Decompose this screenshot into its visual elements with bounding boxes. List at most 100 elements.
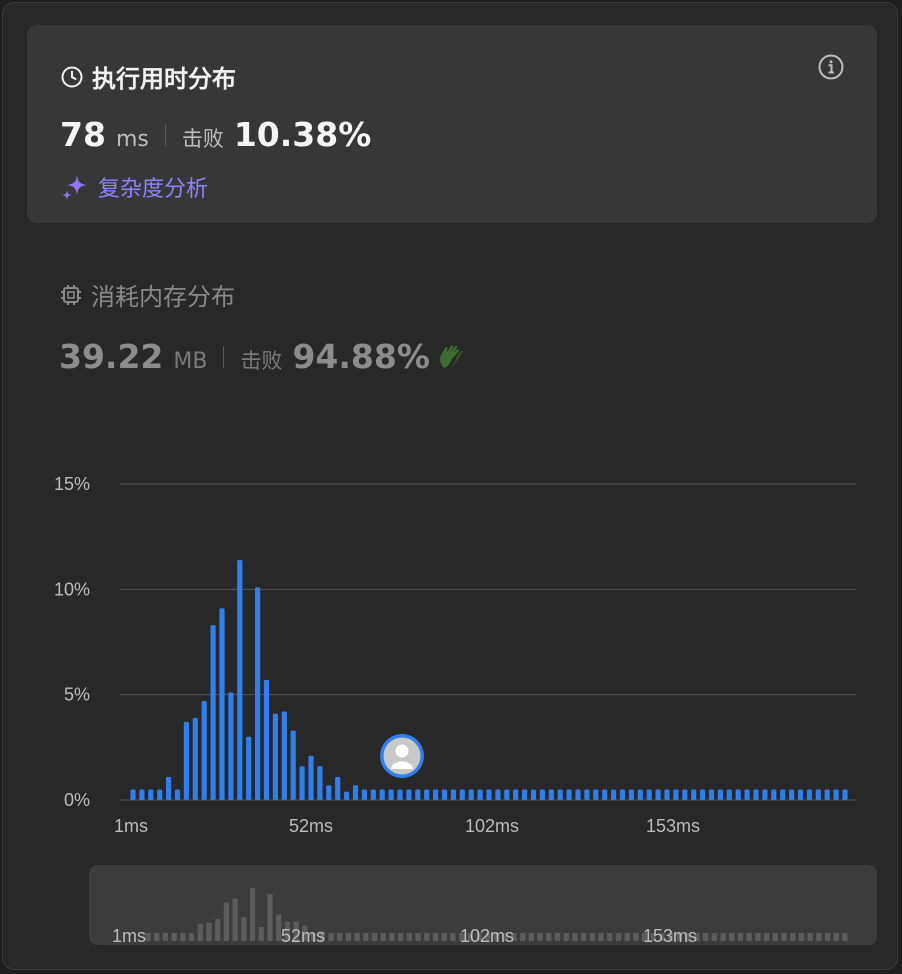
bar[interactable]: [174, 789, 181, 800]
bar[interactable]: [637, 789, 643, 800]
bar[interactable]: [717, 789, 723, 800]
minimap-bar: [746, 933, 752, 941]
bar[interactable]: [646, 789, 652, 800]
bar[interactable]: [157, 789, 163, 800]
minimap-bar: [589, 933, 595, 941]
bar[interactable]: [628, 789, 634, 800]
bar[interactable]: [477, 789, 483, 800]
bar[interactable]: [842, 789, 848, 800]
minimap-bar: [824, 933, 831, 941]
bar[interactable]: [130, 789, 136, 800]
bar[interactable]: [673, 789, 679, 800]
minimap-bar: [755, 933, 761, 941]
bar[interactable]: [522, 789, 528, 800]
bar[interactable]: [424, 789, 430, 800]
bar[interactable]: [495, 789, 501, 800]
bar[interactable]: [201, 700, 207, 800]
bar[interactable]: [263, 679, 270, 800]
bar[interactable]: [361, 789, 367, 800]
bar[interactable]: [166, 776, 172, 800]
bar[interactable]: [566, 789, 572, 800]
bar[interactable]: [299, 766, 305, 800]
bar[interactable]: [450, 789, 456, 800]
bar[interactable]: [539, 789, 545, 800]
bar[interactable]: [272, 713, 278, 800]
bar[interactable]: [682, 789, 688, 800]
bar[interactable]: [148, 789, 154, 800]
bar[interactable]: [557, 789, 563, 800]
minimap-bar: [345, 933, 351, 941]
minimap-bar: [781, 933, 787, 941]
bar[interactable]: [228, 692, 234, 800]
bar[interactable]: [548, 789, 554, 800]
bar[interactable]: [352, 785, 359, 800]
bar[interactable]: [255, 587, 261, 800]
bar[interactable]: [219, 608, 225, 800]
bar[interactable]: [744, 789, 750, 800]
bar[interactable]: [183, 722, 189, 800]
bar[interactable]: [789, 789, 795, 800]
bar[interactable]: [335, 776, 341, 800]
bar[interactable]: [237, 559, 243, 800]
bar[interactable]: [441, 789, 448, 800]
bar[interactable]: [691, 789, 697, 800]
bar[interactable]: [210, 625, 216, 800]
minimap-bar: [737, 933, 744, 941]
y-tick-label: 0%: [64, 790, 90, 810]
bar[interactable]: [806, 789, 812, 800]
minimap-bar: [581, 933, 587, 941]
bar[interactable]: [308, 755, 314, 800]
minimap-bar: [554, 933, 561, 941]
bar[interactable]: [584, 789, 590, 800]
bar[interactable]: [593, 789, 599, 800]
bar[interactable]: [139, 789, 145, 800]
minimap-bar: [816, 933, 822, 941]
bar[interactable]: [664, 789, 670, 800]
bar[interactable]: [344, 791, 350, 800]
bar[interactable]: [317, 766, 323, 800]
minimap-bar: [520, 933, 526, 941]
bar[interactable]: [281, 711, 287, 800]
bar[interactable]: [486, 789, 492, 800]
bar[interactable]: [735, 789, 741, 800]
bar[interactable]: [726, 789, 732, 800]
bar[interactable]: [370, 789, 376, 800]
bar[interactable]: [459, 789, 465, 800]
bar[interactable]: [824, 789, 830, 800]
bar[interactable]: [504, 789, 510, 800]
bar[interactable]: [780, 789, 786, 800]
bar[interactable]: [513, 789, 519, 800]
minimap-bar: [162, 933, 169, 941]
y-tick-label: 10%: [54, 579, 90, 599]
bar[interactable]: [771, 789, 777, 800]
bar[interactable]: [655, 789, 661, 800]
bar[interactable]: [397, 789, 403, 800]
bar[interactable]: [530, 789, 537, 800]
bar[interactable]: [602, 789, 608, 800]
bar[interactable]: [192, 717, 198, 800]
bar[interactable]: [246, 736, 252, 800]
minimap-bar: [441, 933, 447, 941]
bar[interactable]: [700, 789, 706, 800]
minimap-bar: [615, 933, 622, 941]
bar[interactable]: [815, 789, 821, 800]
bar[interactable]: [468, 789, 474, 800]
bar[interactable]: [415, 789, 421, 800]
bar[interactable]: [708, 789, 715, 800]
bar[interactable]: [433, 789, 439, 800]
minimap-bar: [624, 933, 630, 941]
bar[interactable]: [388, 789, 394, 800]
bar[interactable]: [611, 789, 617, 800]
bar[interactable]: [797, 789, 804, 800]
bar[interactable]: [406, 789, 412, 800]
bar[interactable]: [575, 789, 581, 800]
minimap-bar: [223, 902, 230, 941]
bar[interactable]: [379, 789, 385, 800]
bar[interactable]: [326, 785, 332, 800]
bar[interactable]: [762, 789, 768, 800]
bar[interactable]: [619, 789, 626, 800]
bar[interactable]: [753, 789, 759, 800]
bar[interactable]: [290, 730, 296, 800]
minimap-bar: [197, 923, 203, 941]
bar[interactable]: [833, 789, 839, 800]
